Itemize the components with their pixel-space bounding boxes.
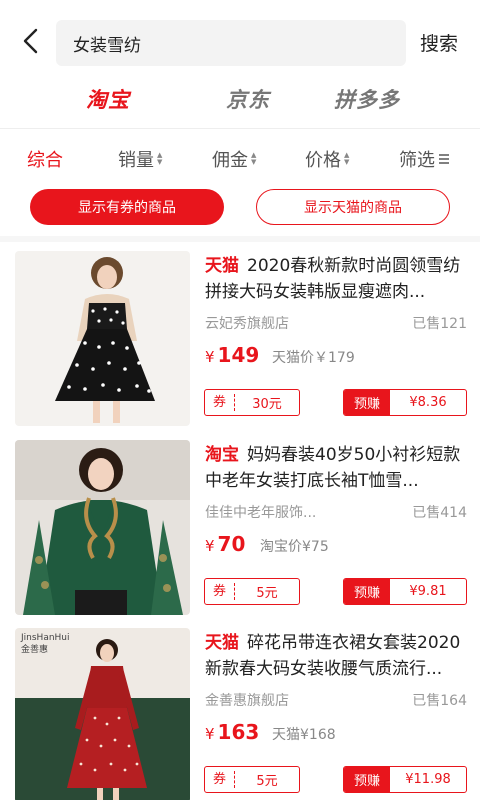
earn-badge[interactable]: 预赚 ¥8.36 bbox=[343, 389, 467, 416]
sort-overall[interactable]: 综合 bbox=[27, 146, 63, 172]
sort-sales-label: 销量 bbox=[118, 150, 154, 171]
price-symbol: ¥ bbox=[205, 725, 215, 743]
sold-count: 已售121 bbox=[412, 316, 467, 332]
product-title[interactable]: 淘宝 妈妈春装40岁50小衬衫短款中老年女装打底长袖T恤雪... bbox=[205, 442, 467, 494]
tab-jd[interactable]: 京东 bbox=[226, 84, 270, 114]
image-brand-cn: 金善惠 bbox=[21, 643, 48, 655]
coupon-filter-button[interactable]: 显示有券的商品 bbox=[30, 189, 224, 225]
coupon-badge[interactable]: 券 30元 bbox=[204, 389, 300, 416]
sort-price[interactable]: 价格 ▲ ▼ bbox=[305, 146, 349, 172]
header: 女装雪纺 搜索 bbox=[0, 0, 480, 70]
filter-button[interactable]: 筛选 bbox=[399, 146, 450, 172]
product-image[interactable]: JinsHanHui 金善惠 bbox=[15, 628, 190, 800]
sold-count: 已售164 bbox=[412, 693, 467, 709]
sort-price-label: 价格 bbox=[305, 150, 341, 171]
section-divider bbox=[0, 236, 480, 242]
original-price: 天猫¥168 bbox=[272, 727, 336, 743]
price-value: 70 bbox=[217, 532, 246, 556]
search-query: 女装雪纺 bbox=[73, 35, 141, 56]
price-symbol: ¥ bbox=[205, 348, 215, 366]
price: ¥163 bbox=[205, 720, 259, 744]
earn-label: 预赚 bbox=[344, 390, 390, 415]
product-title[interactable]: 天猫 2020春秋新款时尚圆领雪纺拼接大码女装韩版显瘦遮肉... bbox=[205, 253, 467, 305]
search-button[interactable]: 搜索 bbox=[420, 29, 458, 56]
original-price: 淘宝价¥75 bbox=[260, 539, 329, 555]
shop-name[interactable]: 佳佳中老年服饰... bbox=[205, 502, 316, 522]
search-input[interactable]: 女装雪纺 bbox=[56, 20, 406, 66]
coupon-badge[interactable]: 券 5元 bbox=[204, 578, 300, 605]
earn-value: ¥9.81 bbox=[409, 584, 447, 599]
coupon-label: 券 bbox=[205, 771, 235, 788]
sort-arrows-icon: ▲ ▼ bbox=[157, 151, 163, 166]
price: ¥149 bbox=[205, 343, 259, 367]
sort-commission-label: 佣金 bbox=[212, 150, 248, 171]
image-brand-en: JinsHanHui bbox=[20, 633, 70, 643]
coupon-label: 券 bbox=[205, 394, 235, 411]
tab-taobao[interactable]: 淘宝 bbox=[86, 84, 130, 114]
earn-label: 预赚 bbox=[344, 579, 390, 604]
coupon-badge[interactable]: 券 5元 bbox=[204, 766, 300, 793]
coupon-label: 券 bbox=[205, 583, 235, 600]
tmall-filter-button[interactable]: 显示天猫的商品 bbox=[256, 189, 450, 225]
shop-name[interactable]: 云妃秀旗舰店 bbox=[205, 313, 289, 333]
divider bbox=[0, 128, 480, 129]
back-arrow-icon[interactable] bbox=[20, 28, 42, 54]
sort-arrows-icon: ▲ ▼ bbox=[251, 151, 257, 166]
original-price: 天猫价￥179 bbox=[272, 350, 355, 366]
product-card[interactable]: JinsHanHui 金善惠 天猫 碎花吊带连衣裙女套装2020新款春大码女装收腰… bbox=[0, 628, 480, 800]
price: ¥70 bbox=[205, 532, 245, 556]
platform-tag: 天猫 bbox=[205, 633, 239, 653]
earn-badge[interactable]: 预赚 ¥9.81 bbox=[343, 578, 467, 605]
filter-label: 筛选 bbox=[399, 150, 435, 171]
earn-badge[interactable]: 预赚 ¥11.98 bbox=[343, 766, 467, 793]
price-value: 149 bbox=[217, 343, 260, 367]
product-image[interactable] bbox=[15, 440, 190, 615]
coupon-value: 30元 bbox=[252, 397, 282, 412]
product-title-text: 妈妈春装40岁50小衬衫短款中老年女装打底长袖T恤雪... bbox=[205, 445, 461, 491]
coupon-value: 5元 bbox=[256, 774, 278, 789]
earn-value: ¥8.36 bbox=[409, 395, 447, 410]
earn-value: ¥11.98 bbox=[405, 772, 451, 787]
sort-sales[interactable]: 销量 ▲ ▼ bbox=[118, 146, 162, 172]
shop-name[interactable]: 金善惠旗舰店 bbox=[205, 690, 289, 710]
sort-bar: 综合 销量 ▲ ▼ 佣金 ▲ ▼ 价格 ▲ ▼ 筛选 bbox=[0, 140, 480, 180]
platform-tabs: 淘宝 京东 拼多多 bbox=[0, 76, 480, 124]
sort-overall-label: 综合 bbox=[27, 150, 63, 171]
platform-tag: 天猫 bbox=[205, 256, 239, 276]
product-title-text: 2020春秋新款时尚圆领雪纺拼接大码女装韩版显瘦遮肉... bbox=[205, 256, 461, 302]
earn-label: 预赚 bbox=[344, 767, 390, 792]
price-symbol: ¥ bbox=[205, 537, 215, 555]
platform-tag: 淘宝 bbox=[205, 445, 239, 465]
sort-commission[interactable]: 佣金 ▲ ▼ bbox=[212, 146, 256, 172]
filter-list-icon bbox=[439, 154, 449, 164]
product-image[interactable] bbox=[15, 251, 190, 426]
sold-count: 已售414 bbox=[412, 505, 467, 521]
product-title[interactable]: 天猫 碎花吊带连衣裙女套装2020新款春大码女装收腰气质流行... bbox=[205, 630, 467, 682]
price-value: 163 bbox=[217, 720, 260, 744]
product-title-text: 碎花吊带连衣裙女套装2020新款春大码女装收腰气质流行... bbox=[205, 633, 461, 679]
sort-arrows-icon: ▲ ▼ bbox=[344, 151, 350, 166]
product-card[interactable]: 淘宝 妈妈春装40岁50小衬衫短款中老年女装打底长袖T恤雪... 佳佳中老年服饰.… bbox=[0, 440, 480, 624]
coupon-value: 5元 bbox=[256, 586, 278, 601]
product-card[interactable]: 天猫 2020春秋新款时尚圆领雪纺拼接大码女装韩版显瘦遮肉... 云妃秀旗舰店 已… bbox=[0, 251, 480, 435]
tab-pinduoduo[interactable]: 拼多多 bbox=[334, 84, 400, 114]
